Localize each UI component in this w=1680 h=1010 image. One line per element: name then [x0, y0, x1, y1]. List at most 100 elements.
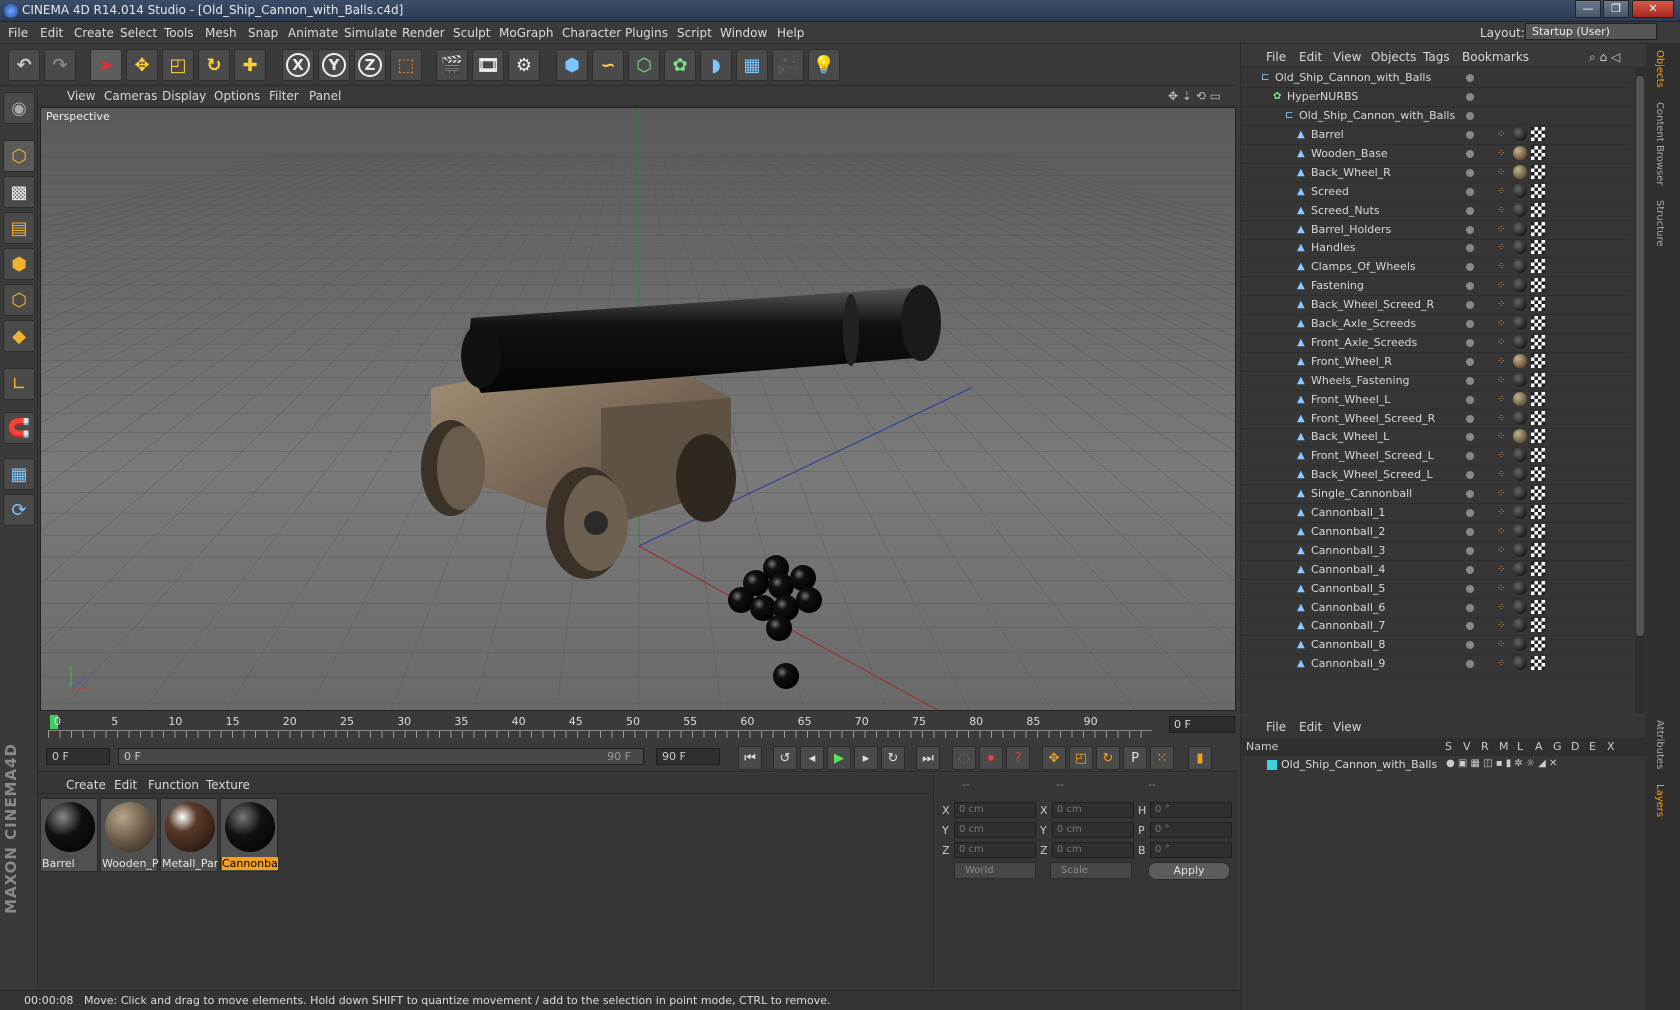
- object-row[interactable]: ▲ Single_Cannonball ⁘: [1241, 484, 1631, 505]
- timeline-ruler[interactable]: 0 5 10 15 20 25 30 35 40 45 50 55 60 65 70 75 80 85 90 0 F: [38, 712, 1238, 742]
- edges-mode-icon[interactable]: ⬡: [3, 284, 35, 316]
- material-menu-texture[interactable]: Texture: [206, 778, 250, 792]
- material-tag-icon[interactable]: [1513, 429, 1527, 444]
- object-row[interactable]: ▲ Fastening ⁘: [1241, 276, 1631, 297]
- object-row[interactable]: ▲ Front_Wheel_R ⁘: [1241, 352, 1631, 372]
- pos-z-field[interactable]: 0 cm: [954, 842, 1036, 858]
- 3d-viewport[interactable]: Perspective: [40, 107, 1236, 711]
- rot-b-field[interactable]: 0 °: [1150, 842, 1232, 858]
- y-axis-lock-button[interactable]: Y: [318, 49, 350, 81]
- object-row[interactable]: ▲ Handles ⁘: [1241, 238, 1631, 259]
- menu-edit[interactable]: Edit: [40, 26, 63, 40]
- move-tool-icon[interactable]: ✥: [126, 49, 158, 81]
- visibility-dot-icon[interactable]: [1466, 301, 1474, 310]
- visibility-dot-icon[interactable]: [1466, 584, 1474, 593]
- material-tag-icon[interactable]: [1513, 561, 1527, 576]
- phong-tag-icon[interactable]: ⁘: [1497, 356, 1507, 368]
- object-row[interactable]: ▲ Screed ⁘: [1241, 182, 1631, 202]
- scale-mode-dropdown[interactable]: Scale: [1050, 862, 1132, 879]
- material-tag-icon[interactable]: [1513, 486, 1527, 501]
- object-row[interactable]: ▲ Cannonball_7 ⁘: [1241, 616, 1631, 637]
- visibility-dot-icon[interactable]: [1466, 263, 1474, 272]
- visibility-dot-icon[interactable]: [1466, 74, 1474, 82]
- object-row[interactable]: ▲ Wheels_Fastening ⁘: [1241, 371, 1631, 391]
- uvw-tag-icon[interactable]: [1531, 278, 1545, 293]
- object-row[interactable]: ▲ Cannonball_9 ⁘: [1241, 654, 1631, 675]
- phong-tag-icon[interactable]: ⁘: [1497, 602, 1507, 614]
- key-scale-icon[interactable]: ◰: [1069, 746, 1093, 770]
- phong-tag-icon[interactable]: ⁘: [1497, 564, 1507, 576]
- uvw-tag-icon[interactable]: [1531, 599, 1545, 614]
- material-tag-icon[interactable]: [1513, 391, 1527, 406]
- render-picture-viewer-icon[interactable]: 🎞: [472, 49, 504, 81]
- menu-select[interactable]: Select: [120, 26, 157, 40]
- phong-tag-icon[interactable]: ⁘: [1497, 545, 1507, 557]
- object-row[interactable]: ▲ Back_Wheel_L ⁘: [1241, 427, 1631, 448]
- material-tag-icon[interactable]: [1513, 202, 1527, 217]
- uvw-tag-icon[interactable]: [1531, 145, 1545, 160]
- uvw-tag-icon[interactable]: [1531, 164, 1545, 179]
- material-tag-icon[interactable]: [1513, 618, 1527, 633]
- object-row[interactable]: ▲ Barrel_Holders ⁘: [1241, 220, 1631, 240]
- visibility-dot-icon[interactable]: [1466, 357, 1474, 366]
- autokey-icon[interactable]: ⏺: [979, 746, 1003, 770]
- layer-toggle-icons[interactable]: ● ▣ ▦ ◫ ▪ ▮ ✲ ☼ ◢ ✕: [1446, 758, 1557, 769]
- recent-tool-icon[interactable]: ✚: [234, 49, 266, 81]
- visibility-dot-icon[interactable]: [1466, 131, 1474, 139]
- visibility-dot-icon[interactable]: [1466, 660, 1474, 669]
- uvw-tag-icon[interactable]: [1531, 448, 1545, 463]
- phong-tag-icon[interactable]: ⁘: [1497, 450, 1507, 462]
- objects-menu-objects[interactable]: Objects: [1371, 50, 1416, 64]
- layout-dropdown[interactable]: Startup (User): [1525, 23, 1657, 40]
- tweak-mode-icon[interactable]: ⟳: [3, 494, 35, 526]
- light-icon[interactable]: 💡: [808, 49, 840, 81]
- end-frame-field[interactable]: 90 F: [656, 748, 720, 765]
- visibility-dot-icon[interactable]: [1466, 641, 1474, 650]
- uvw-tag-icon[interactable]: [1531, 505, 1545, 519]
- tab-attributes[interactable]: Attributes: [1654, 720, 1665, 769]
- apply-button[interactable]: Apply: [1148, 862, 1230, 880]
- phong-tag-icon[interactable]: ⁘: [1497, 394, 1507, 406]
- rotate-tool-icon[interactable]: ↻: [198, 49, 230, 81]
- key-rotation-icon[interactable]: ↻: [1096, 746, 1120, 770]
- uvw-tag-icon[interactable]: [1531, 297, 1545, 312]
- material-tag-icon[interactable]: [1513, 316, 1527, 330]
- current-frame-field[interactable]: 0 F: [1169, 716, 1235, 733]
- cube-primitive-icon[interactable]: ⬢: [556, 49, 588, 81]
- phong-tag-icon[interactable]: ⁘: [1497, 148, 1507, 160]
- menu-plugins[interactable]: Plugins: [625, 26, 668, 40]
- phong-tag-icon[interactable]: ⁘: [1497, 375, 1507, 387]
- phong-tag-icon[interactable]: ⁘: [1497, 620, 1507, 632]
- x-axis-lock-button[interactable]: X: [282, 49, 314, 81]
- menu-help[interactable]: Help: [777, 26, 804, 40]
- material-tag-icon[interactable]: [1513, 164, 1527, 179]
- material-tag-icon[interactable]: [1513, 656, 1527, 671]
- object-row[interactable]: ▲ Wooden_Base ⁘: [1241, 144, 1631, 164]
- z-axis-lock-button[interactable]: Z: [354, 49, 386, 81]
- material-tag-icon[interactable]: [1513, 637, 1527, 652]
- visibility-dot-icon[interactable]: [1466, 565, 1474, 574]
- menu-mesh[interactable]: Mesh: [205, 26, 237, 40]
- visibility-dot-icon[interactable]: [1466, 414, 1474, 423]
- objects-menu-view[interactable]: View: [1333, 50, 1361, 64]
- uvw-tag-icon[interactable]: [1531, 259, 1545, 274]
- size-x-field[interactable]: 0 cm: [1052, 802, 1134, 818]
- objects-menu-file[interactable]: File: [1266, 50, 1286, 64]
- phong-tag-icon[interactable]: ⁘: [1497, 205, 1507, 217]
- phong-tag-icon[interactable]: ⁘: [1497, 167, 1507, 179]
- material-tag-icon[interactable]: [1513, 599, 1527, 614]
- uvw-tag-icon[interactable]: [1531, 656, 1545, 671]
- viewport-menu-options[interactable]: Options: [214, 89, 260, 103]
- snapping-magnet-icon[interactable]: 🧲: [3, 412, 35, 444]
- visibility-dot-icon[interactable]: [1466, 622, 1474, 631]
- next-frame-icon[interactable]: ▸: [854, 746, 878, 770]
- viewport-menu-panel[interactable]: Panel: [309, 89, 341, 103]
- visibility-dot-icon[interactable]: [1466, 320, 1474, 328]
- uvw-tag-icon[interactable]: [1531, 127, 1545, 141]
- object-row[interactable]: ▲ Front_Wheel_Screed_L ⁘: [1241, 446, 1631, 467]
- phong-tag-icon[interactable]: ⁘: [1497, 318, 1507, 330]
- visibility-dot-icon[interactable]: [1466, 471, 1474, 480]
- layers-menu-view[interactable]: View: [1333, 720, 1361, 734]
- visibility-dot-icon[interactable]: [1466, 433, 1474, 442]
- next-key-icon[interactable]: ↻: [881, 746, 905, 770]
